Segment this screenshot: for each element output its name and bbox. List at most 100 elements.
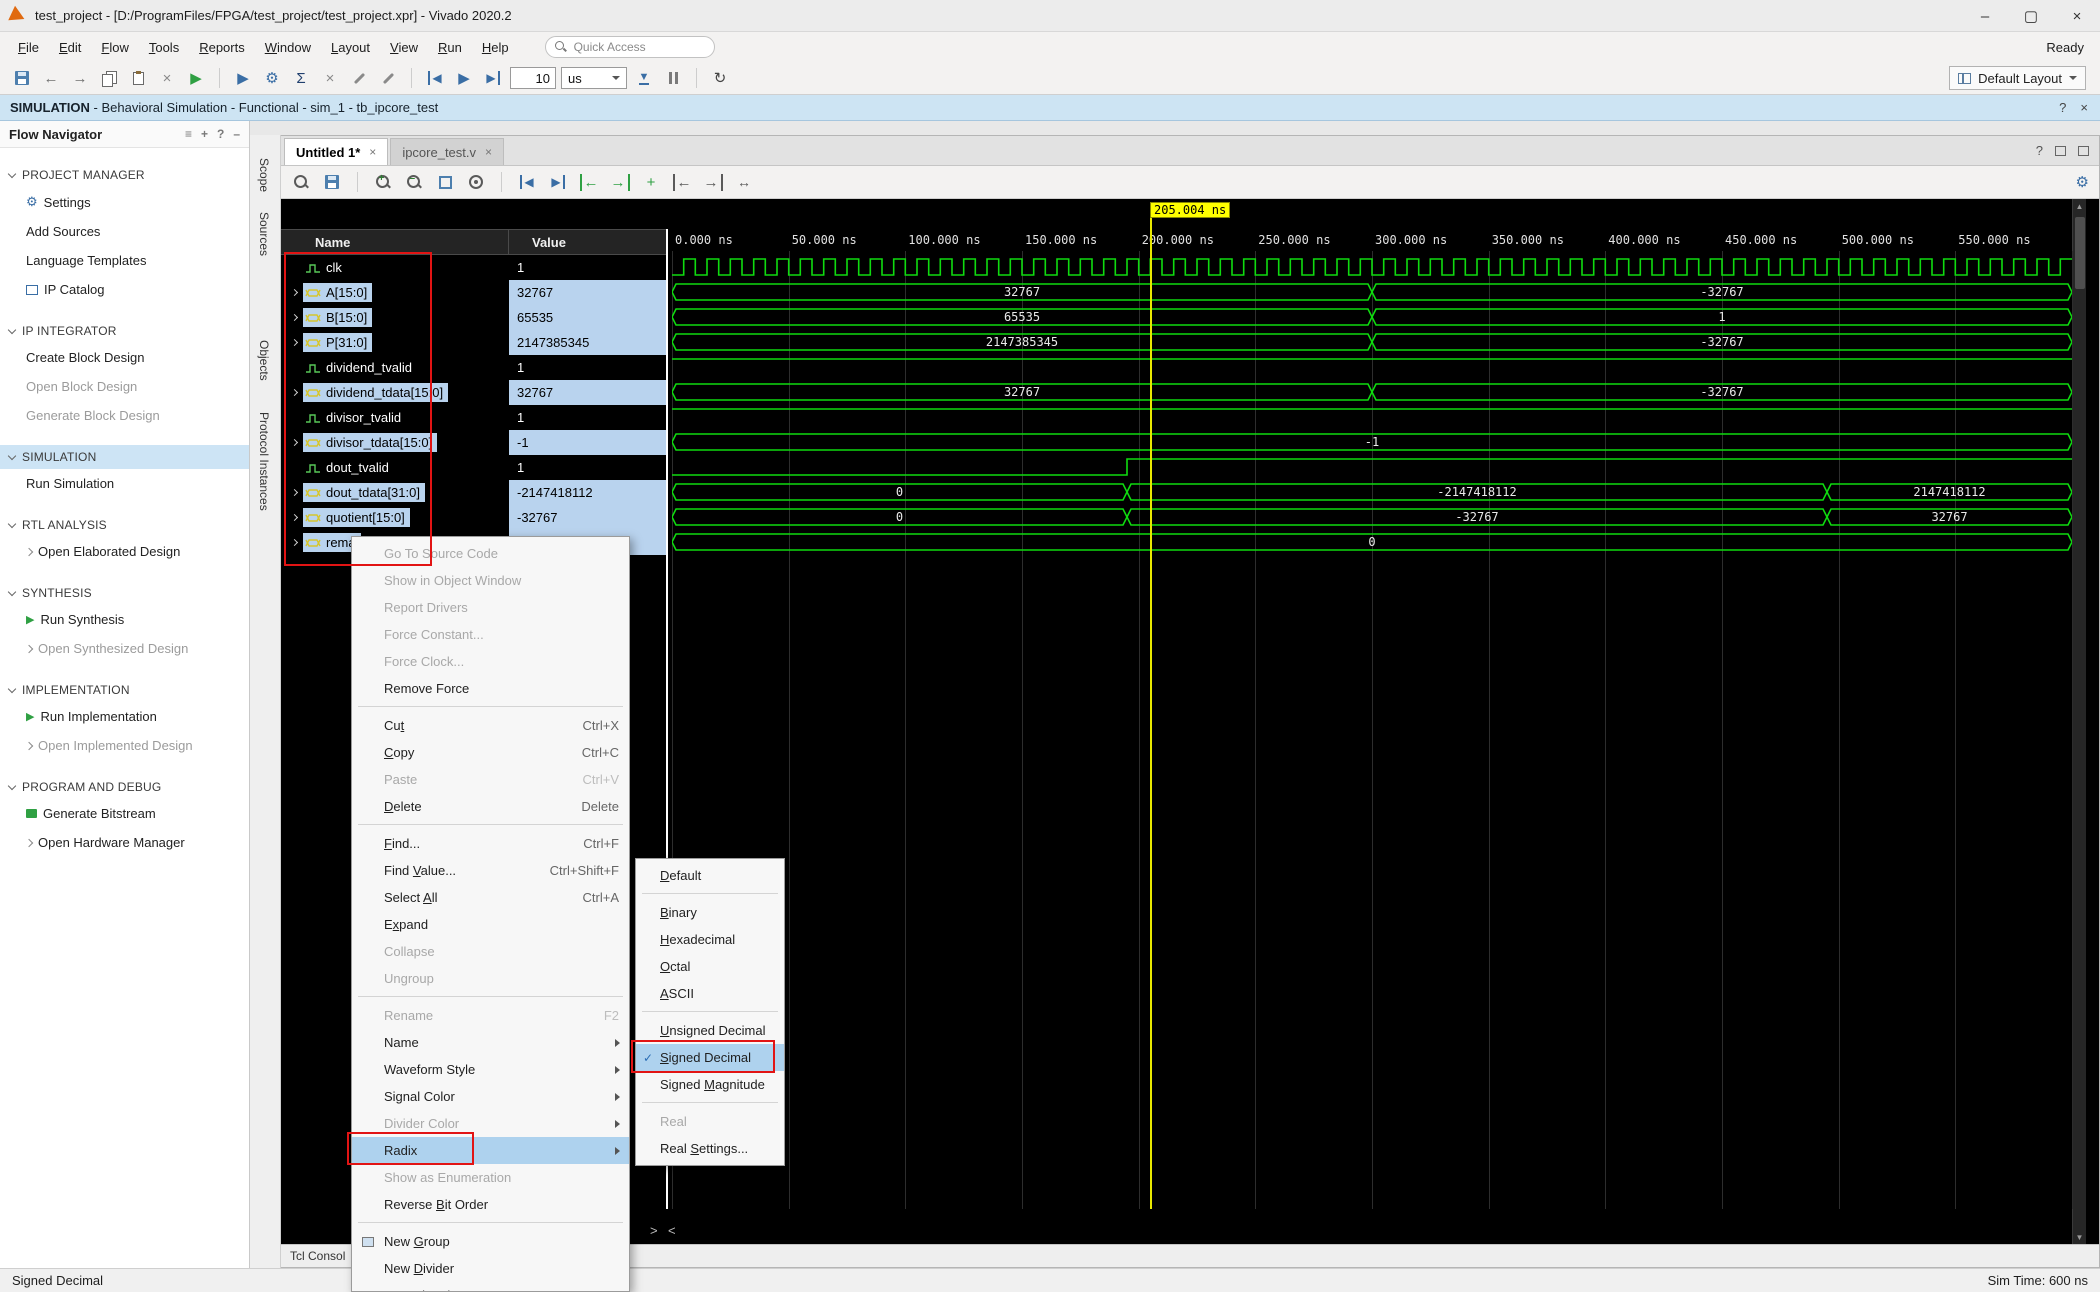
scroll-up-icon[interactable]: ▲ [2073, 199, 2086, 213]
scroll-down-icon[interactable]: ▼ [2073, 1230, 2086, 1244]
menu-item-new-divider[interactable]: New Divider [352, 1255, 629, 1282]
go-to-start-icon[interactable]: ◀ [515, 170, 539, 194]
flownav-minimize-icon[interactable]: – [233, 127, 240, 141]
sidebar-item-open-implemented-design[interactable]: Open Implemented Design [0, 731, 249, 760]
menu-item-cut[interactable]: CutCtrl+X [352, 712, 629, 739]
wave-settings-gear-icon[interactable]: ⚙ [2076, 173, 2089, 191]
menu-item-new-group[interactable]: New Group [352, 1228, 629, 1255]
name-column-header[interactable]: Name [281, 229, 509, 255]
menu-item-remove-force[interactable]: Remove Force [352, 675, 629, 702]
side-tab-objects[interactable]: Objects [257, 340, 271, 381]
close-tab-icon[interactable]: × [485, 145, 492, 159]
flownav-expand-icon[interactable]: + [201, 127, 208, 141]
menubar-item-layout[interactable]: Layout [321, 35, 380, 60]
menu-item-waveform-style[interactable]: Waveform Style [352, 1056, 629, 1083]
next-transition-icon[interactable]: → [608, 170, 632, 194]
menu-item-show-as-enumeration[interactable]: Show as Enumeration [352, 1164, 629, 1191]
waveform-canvas[interactable]: 32767-327676553512147385345-3276732767-3… [672, 255, 2072, 555]
flow-section-title-project-manager[interactable]: PROJECT MANAGER [0, 163, 249, 187]
next-marker-icon[interactable]: → [701, 170, 725, 194]
menu-item-octal[interactable]: Octal [636, 953, 784, 980]
sidebar-item-open-synthesized-design[interactable]: Open Synthesized Design [0, 634, 249, 663]
swap-cursor-icon[interactable]: ↔ [732, 170, 756, 194]
menu-item-copy[interactable]: CopyCtrl+C [352, 739, 629, 766]
sidebar-item-run-simulation[interactable]: Run Simulation [0, 469, 249, 498]
tab-untitled-1[interactable]: Untitled 1*× [284, 138, 388, 165]
menu-item-paste[interactable]: PasteCtrl+V [352, 766, 629, 793]
previous-marker-icon[interactable]: ← [670, 170, 694, 194]
flow-section-title-rtl-analysis[interactable]: RTL ANALYSIS [0, 513, 249, 537]
menu-item-ascii[interactable]: ASCII [636, 980, 784, 1007]
menu-item-signed-magnitude[interactable]: Signed Magnitude [636, 1071, 784, 1098]
flow-section-title-program-and-debug[interactable]: PROGRAM AND DEBUG [0, 775, 249, 799]
close-button[interactable]: × [2054, 0, 2100, 32]
menu-item-report-drivers[interactable]: Report Drivers [352, 594, 629, 621]
zoom-in-icon[interactable]: + [371, 170, 395, 194]
layout-selector[interactable]: Default Layout [1949, 66, 2086, 90]
signal-row[interactable]: divisor_tdata[15:0]-1 [281, 430, 667, 455]
sidebar-item-create-block-design[interactable]: Create Block Design [0, 343, 249, 372]
menubar-item-tools[interactable]: Tools [139, 35, 189, 60]
step-icon[interactable]: ▶ [481, 66, 505, 90]
value-column-header[interactable]: Value [509, 229, 667, 255]
relaunch-icon[interactable]: ↻ [708, 66, 732, 90]
sidebar-item-language-templates[interactable]: Language Templates [0, 246, 249, 275]
delete-icon[interactable]: × [155, 66, 179, 90]
menu-item-real-settings[interactable]: Real Settings... [636, 1135, 784, 1162]
restart-sim-icon[interactable]: ◀ [423, 66, 447, 90]
signal-row[interactable]: B[15:0]65535 [281, 305, 667, 330]
menu-item-divider-color[interactable]: Divider Color [352, 1110, 629, 1137]
restart-icon[interactable]: ▶ [231, 66, 255, 90]
signal-row[interactable]: divisor_tvalid1 [281, 405, 667, 430]
sum-icon[interactable]: Σ [289, 66, 313, 90]
caption-close-icon[interactable]: × [2080, 100, 2088, 115]
signal-row[interactable]: quotient[15:0]-32767 [281, 505, 667, 530]
menu-item-signal-color[interactable]: Signal Color [352, 1083, 629, 1110]
pause-icon[interactable] [661, 66, 685, 90]
menubar-item-view[interactable]: View [380, 35, 428, 60]
menu-item-name[interactable]: Name [352, 1029, 629, 1056]
run-all-icon[interactable]: ▶ [452, 66, 476, 90]
paste-icon[interactable] [126, 66, 150, 90]
flow-section-title-implementation[interactable]: IMPLEMENTATION [0, 678, 249, 702]
menu-item-find-value[interactable]: Find Value...Ctrl+Shift+F [352, 857, 629, 884]
flow-section-title-synthesis[interactable]: SYNTHESIS [0, 581, 249, 605]
signal-row[interactable]: dout_tdata[31:0]-2147418112 [281, 480, 667, 505]
zoom-fit-icon[interactable] [433, 170, 457, 194]
sidebar-item-run-synthesis[interactable]: ▶Run Synthesis [0, 605, 249, 634]
menubar-item-run[interactable]: Run [428, 35, 472, 60]
minimize-button[interactable]: – [1962, 0, 2008, 32]
menu-item-radix[interactable]: Radix [352, 1137, 629, 1164]
sidebar-item-settings[interactable]: ⚙Settings [0, 187, 249, 217]
sidebar-item-add-sources[interactable]: Add Sources [0, 217, 249, 246]
menu-item-delete[interactable]: DeleteDelete [352, 793, 629, 820]
menu-item-select-all[interactable]: Select AllCtrl+A [352, 884, 629, 911]
maximize-button[interactable]: ▢ [2008, 0, 2054, 32]
signal-row[interactable]: A[15:0]32767 [281, 280, 667, 305]
scroll-left-icon[interactable]: < [668, 1223, 676, 1238]
sidebar-item-run-implementation[interactable]: ▶Run Implementation [0, 702, 249, 731]
redo-icon[interactable]: → [68, 66, 92, 90]
time-cursor[interactable] [1150, 218, 1152, 1209]
menubar-item-edit[interactable]: Edit [49, 35, 91, 60]
save-waveform-icon[interactable] [320, 170, 344, 194]
menu-item-default[interactable]: Default [636, 862, 784, 889]
add-marker-icon[interactable]: + [639, 170, 663, 194]
tab-ipcore-test-v[interactable]: ipcore_test.v× [390, 138, 504, 165]
signal-row[interactable]: dividend_tvalid1 [281, 355, 667, 380]
run-for-time-icon[interactable]: ▼ [632, 66, 656, 90]
copy-icon[interactable] [97, 66, 121, 90]
expander-icon[interactable] [287, 390, 301, 395]
time-unit-select[interactable]: us [561, 67, 627, 89]
scroll-right-icon[interactable]: > [650, 1223, 658, 1238]
menu-item-collapse[interactable]: Collapse [352, 938, 629, 965]
panel-help-icon[interactable]: ? [2036, 143, 2043, 158]
sidebar-item-ip-catalog[interactable]: IP Catalog [0, 275, 249, 304]
menu-item-force-constant[interactable]: Force Constant... [352, 621, 629, 648]
side-tab-protocol-instances[interactable]: Protocol Instances [257, 412, 271, 511]
flow-section-title-ip-integrator[interactable]: IP INTEGRATOR [0, 319, 249, 343]
probe-icon[interactable] [376, 66, 400, 90]
side-tab-sources[interactable]: Sources [257, 212, 271, 256]
menu-item-go-to-source-code[interactable]: Go To Source Code [352, 540, 629, 567]
expander-icon[interactable] [287, 540, 301, 545]
